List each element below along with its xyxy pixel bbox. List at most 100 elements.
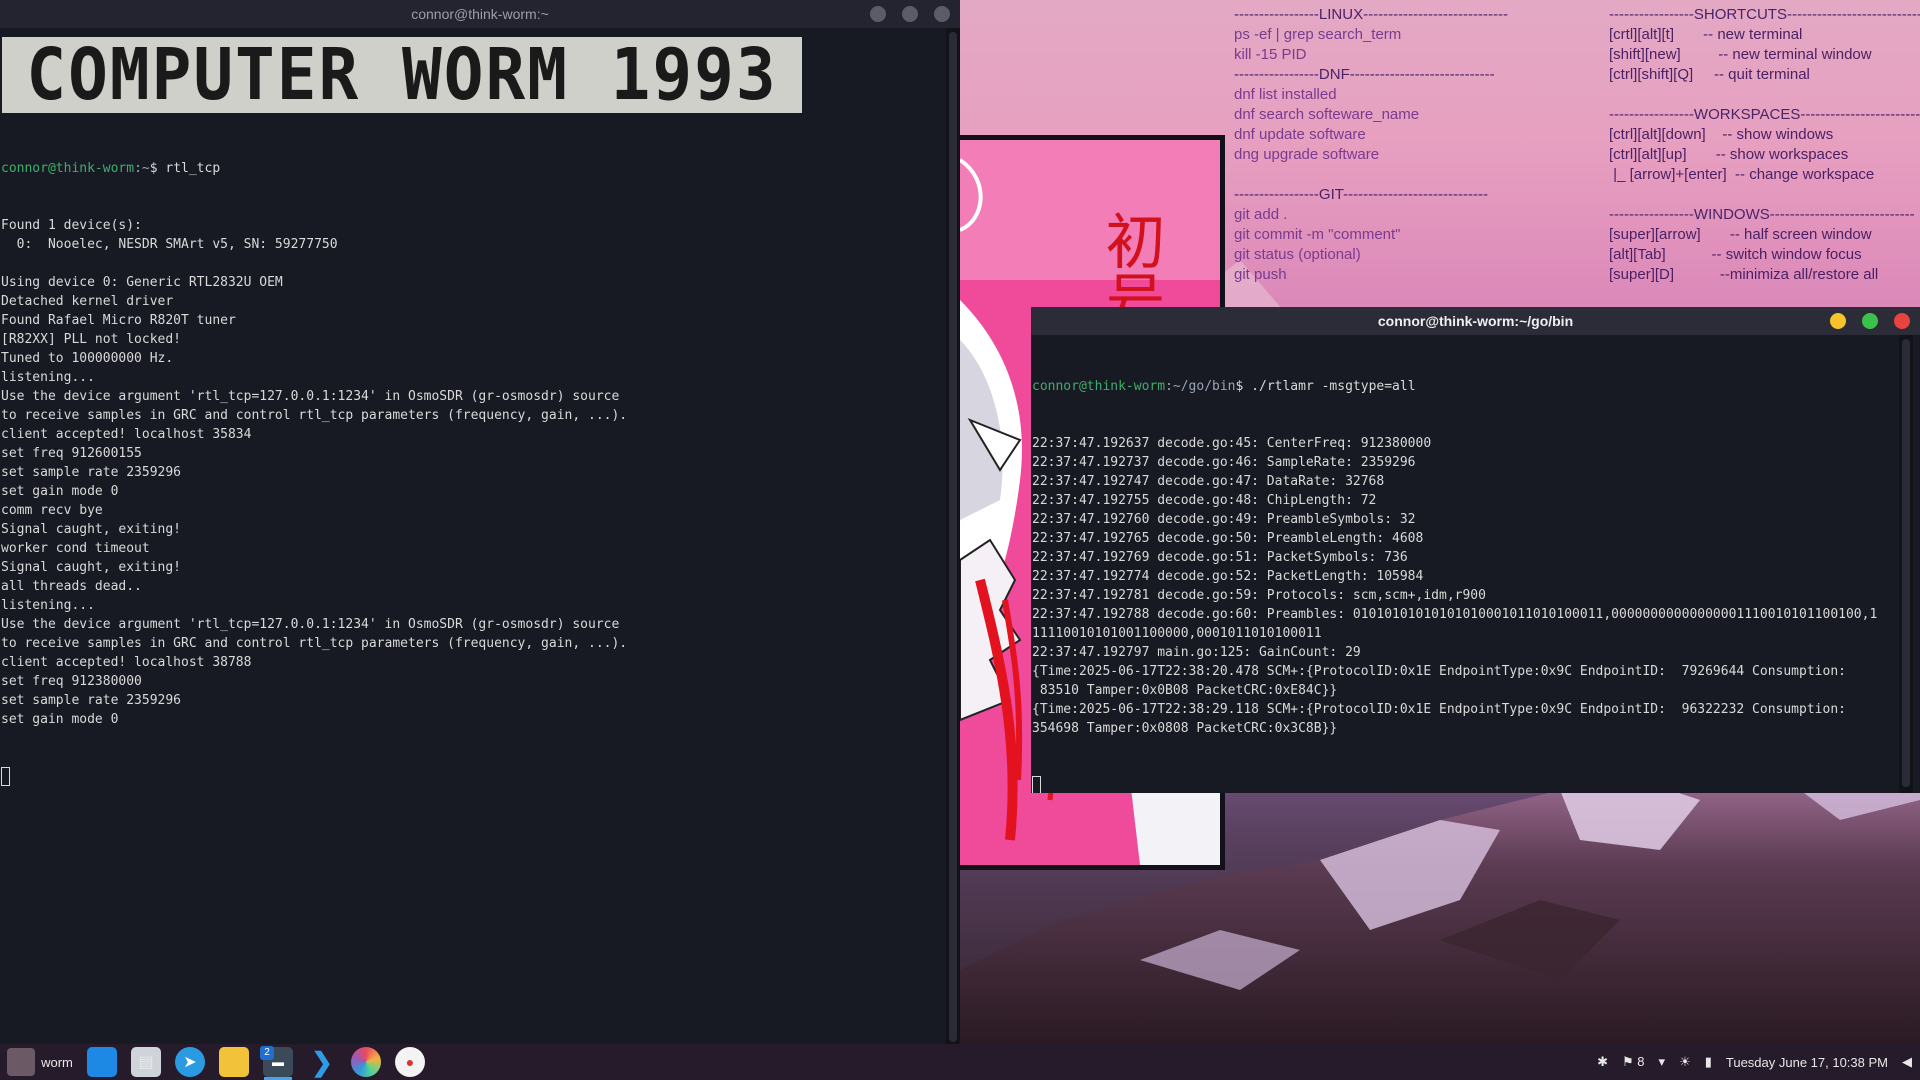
files-launcher[interactable]: ▤ bbox=[124, 1044, 168, 1080]
cheatsheet-entry: [alt][Tab] -- switch window focus bbox=[1609, 246, 1862, 263]
terminal-line: Signal caught, exiting! bbox=[1, 560, 182, 575]
terminal-line: Detached kernel driver bbox=[1, 294, 174, 309]
color-picker-launcher[interactable] bbox=[344, 1044, 388, 1080]
minimize-button[interactable] bbox=[1830, 313, 1846, 329]
notification-count: 8 bbox=[1637, 1054, 1645, 1069]
terminal-line: {Time:2025-06-17T22:38:20.478 SCM+:{Prot… bbox=[1032, 664, 1846, 679]
terminal-output[interactable]: connor@think-worm:~$ rtl_tcp Found 1 dev… bbox=[0, 121, 960, 824]
terminal-line: Found Rafael Micro R820T tuner bbox=[1, 313, 236, 328]
close-button[interactable] bbox=[934, 6, 950, 22]
terminal-line: comm recv bye bbox=[1, 503, 103, 518]
terminal-line: 0: Nooelec, NESDR SMArt v5, SN: 59277750 bbox=[1, 237, 338, 252]
terminal-line: to receive samples in GRC and control rt… bbox=[1, 408, 628, 423]
terminal-line: Using device 0: Generic RTL2832U OEM bbox=[1, 275, 283, 290]
terminal-line: set sample rate 2359296 bbox=[1, 693, 182, 708]
terminal-line: all threads dead.. bbox=[1, 579, 142, 594]
taskbar: worm ▤ ➤ ▬ 2 ❯ ● ✱ ⚑ 8 ▾ ☀ ▮ Tuesday Jun… bbox=[0, 1044, 1920, 1080]
cheatsheet-entry: git push bbox=[1234, 266, 1287, 283]
file-manager-launcher[interactable] bbox=[212, 1044, 256, 1080]
browser-launcher[interactable]: ➤ bbox=[168, 1044, 212, 1080]
avatar bbox=[7, 1048, 36, 1076]
scrollbar-thumb[interactable] bbox=[1902, 339, 1910, 787]
wifi-icon[interactable]: ▾ bbox=[1659, 1054, 1666, 1070]
folder-icon: ▤ bbox=[131, 1047, 161, 1077]
palette-icon: ● bbox=[395, 1047, 425, 1077]
cheatsheet-heading: -----------------SHORTCUTS--------------… bbox=[1609, 6, 1920, 23]
cheatsheet-linux-dnf-git: -----------------LINUX------------------… bbox=[1234, 5, 1508, 285]
window-titlebar[interactable]: connor@think-worm:~ bbox=[0, 0, 960, 28]
cheatsheet-entry: dnf list installed bbox=[1234, 86, 1337, 103]
terminal-line: 22:37:47.192765 decode.go:50: PreambleLe… bbox=[1032, 531, 1424, 546]
brightness-icon[interactable]: ☀ bbox=[1679, 1054, 1691, 1070]
workspace-badge: 2 bbox=[260, 1046, 274, 1060]
terminal-line: client accepted! localhost 38788 bbox=[1, 655, 252, 670]
terminal-window-rtl-tcp[interactable]: connor@think-worm:~ COMPUTER WORM 1993 c… bbox=[0, 0, 960, 1044]
terminal-line: client accepted! localhost 35834 bbox=[1, 427, 252, 442]
color-wheel-icon bbox=[351, 1047, 381, 1077]
prompt-line: connor@think-worm:~$ rtl_tcp bbox=[1, 161, 221, 176]
maximize-button[interactable] bbox=[1862, 313, 1878, 329]
paint-launcher[interactable]: ● bbox=[388, 1044, 432, 1080]
terminal-line: 22:37:47.192737 decode.go:46: SampleRate… bbox=[1032, 455, 1416, 470]
terminal-line: set freq 912600155 bbox=[1, 446, 142, 461]
terminal-line: 22:37:47.192637 decode.go:45: CenterFreq… bbox=[1032, 436, 1432, 451]
cheatsheet-entry: [ctrl][alt][down] -- show windows bbox=[1609, 126, 1834, 143]
cheatsheet-heading: -----------------DNF--------------------… bbox=[1234, 66, 1495, 83]
terminal-line: Use the device argument 'rtl_tcp=127.0.0… bbox=[1, 617, 620, 632]
terminal-line: worker cond timeout bbox=[1, 541, 150, 556]
cheatsheet-entry: [ctrl][shift][Q] -- quit terminal bbox=[1609, 66, 1810, 83]
terminal-line: [R82XX] PLL not locked! bbox=[1, 332, 182, 347]
code-editor-icon: ❯ bbox=[311, 1046, 333, 1077]
cheatsheet-shortcuts: -----------------SHORTCUTS--------------… bbox=[1609, 5, 1920, 285]
computer-worm-banner: COMPUTER WORM 1993 bbox=[2, 32, 802, 117]
cheatsheet-entry: ps -ef | grep search_term bbox=[1234, 26, 1402, 43]
terminal-output[interactable]: connor@think-worm:~/go/bin$ ./rtlamr -ms… bbox=[1031, 335, 1920, 793]
terminal-line: 22:37:47.192769 decode.go:51: PacketSymb… bbox=[1032, 550, 1408, 565]
terminal-cursor bbox=[1032, 776, 1041, 793]
volume-icon[interactable]: ◀ bbox=[1902, 1054, 1912, 1070]
cheatsheet-heading: -----------------LINUX------------------… bbox=[1234, 6, 1508, 23]
clock[interactable]: Tuesday June 17, 10:38 PM bbox=[1726, 1055, 1888, 1070]
cheatsheet-entry: git commit -m "comment" bbox=[1234, 226, 1401, 243]
cheatsheet-heading: -----------------WORKSPACES-------------… bbox=[1609, 106, 1920, 123]
terminal-line: 22:37:47.192747 decode.go:47: DataRate: … bbox=[1032, 474, 1385, 489]
cheatsheet-entry: |_ [arrow]+[enter] -- change workspace bbox=[1609, 166, 1875, 183]
maximize-button[interactable] bbox=[902, 6, 918, 22]
banner-text: COMPUTER WORM 1993 bbox=[26, 32, 778, 117]
close-button[interactable] bbox=[1894, 313, 1910, 329]
terminal-line: set gain mode 0 bbox=[1, 712, 119, 727]
compass-icon: ➤ bbox=[175, 1047, 205, 1077]
cheatsheet-heading: -----------------WINDOWS----------------… bbox=[1609, 206, 1915, 223]
cheatsheet-entry bbox=[1609, 185, 1920, 205]
cheatsheet-entry: [shift][new] -- new terminal window bbox=[1609, 46, 1872, 63]
scrollbar[interactable] bbox=[946, 28, 960, 1044]
terminal-line: 22:37:47.192788 decode.go:60: Preambles:… bbox=[1032, 607, 1878, 622]
cheatsheet-entry: dnf update software bbox=[1234, 126, 1366, 143]
terminal-line: listening... bbox=[1, 598, 95, 613]
terminal-line: listening... bbox=[1, 370, 95, 385]
cheatsheet-entry: [super][D] --minimiza all/restore all bbox=[1609, 266, 1879, 283]
terminal-line: 354698 Tamper:0x0808 PacketCRC:0x3C8B}} bbox=[1032, 721, 1338, 736]
window-titlebar[interactable]: connor@think-worm:~/go/bin bbox=[1031, 307, 1920, 335]
battery-icon[interactable]: ▮ bbox=[1705, 1054, 1712, 1070]
app-menu-button[interactable]: worm bbox=[0, 1044, 80, 1080]
cheatsheet-entry: dng upgrade software bbox=[1234, 146, 1380, 163]
vscode-launcher[interactable]: ❯ bbox=[300, 1044, 344, 1080]
terminal-line: set sample rate 2359296 bbox=[1, 465, 182, 480]
window-title: connor@think-worm:~/go/bin bbox=[1377, 312, 1574, 329]
cheatsheet-entry bbox=[1609, 85, 1920, 105]
terminal-launcher[interactable]: ▬ 2 bbox=[256, 1044, 300, 1080]
notifications-icon[interactable]: ⚑ 8 bbox=[1622, 1054, 1645, 1070]
scrollbar[interactable] bbox=[1899, 335, 1913, 793]
terminal-window-rtlamr[interactable]: connor@think-worm:~/go/bin connor@think-… bbox=[1031, 307, 1920, 793]
cheatsheet-entry: [ctrl][alt][up] -- show workspaces bbox=[1609, 146, 1849, 163]
show-desktop-button[interactable] bbox=[80, 1044, 124, 1080]
desktop-icon bbox=[87, 1047, 117, 1077]
cheatsheet-entry: [crtl][alt][t] -- new terminal bbox=[1609, 26, 1803, 43]
terminal-line: set gain mode 0 bbox=[1, 484, 119, 499]
cheatsheet-entry: [super][arrow] -- half screen window bbox=[1609, 226, 1872, 243]
scrollbar-thumb[interactable] bbox=[949, 32, 957, 1042]
minimize-button[interactable] bbox=[870, 6, 886, 22]
bluetooth-icon[interactable]: ✱ bbox=[1597, 1054, 1608, 1070]
